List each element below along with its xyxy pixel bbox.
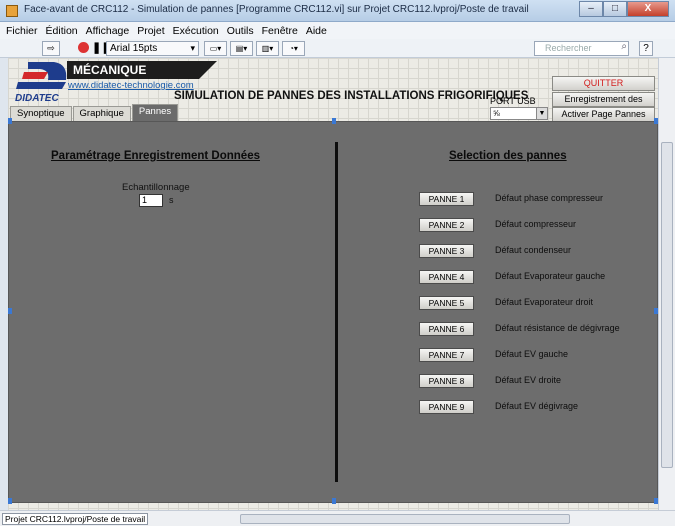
window-controls: – □ X [579, 1, 669, 17]
didatec-logo-icon: DIDATEC [15, 62, 67, 104]
tab-bar: Synoptique Graphique Pannes [10, 104, 179, 121]
horizontal-scrollbar[interactable]: Projet CRC112.lvproj/Poste de travail [0, 510, 675, 526]
pane-handle-middle-left[interactable] [8, 308, 12, 314]
fault-8-button[interactable]: PANNE 8 [419, 374, 474, 388]
port-usb-label: PORT USB [490, 96, 536, 106]
pane-handle-top-left[interactable] [8, 118, 12, 124]
labview-app-icon [6, 5, 18, 17]
window-title-bar: Face-avant de CRC112 - Simulation de pan… [0, 0, 675, 22]
chevron-down-icon[interactable]: ▼ [536, 108, 547, 119]
record-data-button[interactable]: Enregistrement des données [552, 92, 655, 117]
font-selector[interactable]: Arial 15pts [106, 41, 199, 56]
menu-aide[interactable]: Aide [306, 25, 327, 37]
quit-button[interactable]: QUITTER [552, 76, 655, 91]
menu-edition[interactable]: Édition [46, 25, 78, 37]
pause-icon[interactable]: ❚❚ [92, 41, 110, 56]
menu-projet[interactable]: Projet [137, 25, 164, 37]
align-objects-icon[interactable]: ▭▾ [204, 41, 227, 56]
tab-synoptique[interactable]: Synoptique [10, 106, 72, 121]
pane-handle-bottom-center[interactable] [332, 498, 336, 504]
window-title: Face-avant de CRC112 - Simulation de pan… [24, 4, 529, 15]
port-usb-value: ⅝ [493, 109, 500, 118]
maximize-button[interactable]: □ [603, 1, 627, 17]
distribute-objects-icon[interactable]: ▤▾ [230, 41, 253, 56]
fault-1-label: Défaut phase compresseur [495, 193, 604, 203]
close-button[interactable]: X [627, 1, 669, 17]
fault-6-label: Défaut résistance de dégivrage [495, 323, 620, 333]
menu-fenetre[interactable]: Fenêtre [262, 25, 298, 37]
fault-8-label: Défaut EV droite [495, 375, 562, 385]
fault-7-label: Défaut EV gauche [495, 349, 569, 359]
menu-execution[interactable]: Exécution [173, 25, 219, 37]
menu-bar: Fichier Édition Affichage Projet Exécuti… [0, 22, 675, 39]
logo-text: DIDATEC [15, 93, 59, 104]
pane-handle-bottom-left[interactable] [8, 498, 12, 504]
sampling-label: Echantillonnage [122, 182, 190, 193]
tab-graphique[interactable]: Graphique [72, 106, 131, 121]
search-input[interactable]: Rechercher [534, 41, 629, 56]
menu-affichage[interactable]: Affichage [86, 25, 130, 37]
tab-pannes[interactable]: Pannes [131, 104, 179, 121]
fault-selection-title: Selection des pannes [449, 150, 567, 162]
section-divider [335, 142, 338, 482]
resize-objects-icon[interactable]: ▥▾ [256, 41, 279, 56]
fault-2-label: Défaut compresseur [495, 219, 577, 229]
minimize-button[interactable]: – [579, 1, 603, 17]
port-usb-select[interactable]: ⅝ ▼ [490, 107, 548, 120]
vertical-scrollbar[interactable] [658, 58, 675, 510]
fault-1-button[interactable]: PANNE 1 [419, 192, 474, 206]
app-title: SIMULATION DE PANNES DES INSTALLATIONS F… [174, 90, 529, 102]
menu-outils[interactable]: Outils [227, 25, 254, 37]
horizontal-scroll-thumb[interactable] [240, 514, 570, 524]
toolbar: ⇨ ❚❚ Arial 15pts ▭▾ ▤▾ ▥▾ ◔▾ Rechercher … [0, 39, 675, 58]
brand-banner: MÉCANIQUE APPLIQUÉE [67, 61, 217, 79]
front-panel: DIDATEC MÉCANIQUE APPLIQUÉE www.didatec-… [8, 58, 658, 510]
abort-icon[interactable] [78, 41, 90, 56]
fault-4-label: Défaut Evaporateur gauche [495, 271, 606, 281]
project-status: Projet CRC112.lvproj/Poste de travail [2, 513, 149, 525]
fault-2-button[interactable]: PANNE 2 [419, 218, 474, 232]
fault-3-button[interactable]: PANNE 3 [419, 244, 474, 258]
fault-6-button[interactable]: PANNE 6 [419, 322, 474, 336]
tab-content-pannes: Paramétrage Enregistrement Données Echan… [8, 121, 658, 503]
fault-5-button[interactable]: PANNE 5 [419, 296, 474, 310]
fault-9-label: Défaut EV dégivrage [495, 401, 579, 411]
pane-handle-top-center[interactable] [332, 118, 336, 124]
vertical-scroll-thumb[interactable] [661, 142, 673, 468]
fault-4-button[interactable]: PANNE 4 [419, 270, 474, 284]
sampling-input[interactable]: 1 [139, 194, 163, 207]
sampling-unit: s [169, 195, 174, 205]
recording-settings-title: Paramétrage Enregistrement Données [51, 150, 260, 162]
fault-7-button[interactable]: PANNE 7 [419, 348, 474, 362]
reorder-icon[interactable]: ◔▾ [282, 41, 305, 56]
fault-9-button[interactable]: PANNE 9 [419, 400, 474, 414]
help-icon[interactable]: ? [639, 41, 653, 56]
fault-5-label: Défaut Evaporateur droit [495, 297, 594, 307]
run-arrow-icon[interactable]: ⇨ [42, 41, 60, 56]
search-icon[interactable]: ⌕ [621, 41, 627, 52]
menu-fichier[interactable]: Fichier [6, 25, 38, 37]
fault-3-label: Défaut condenseur [495, 245, 572, 255]
activate-faults-page-button[interactable]: Activer Page Pannes [552, 107, 655, 122]
